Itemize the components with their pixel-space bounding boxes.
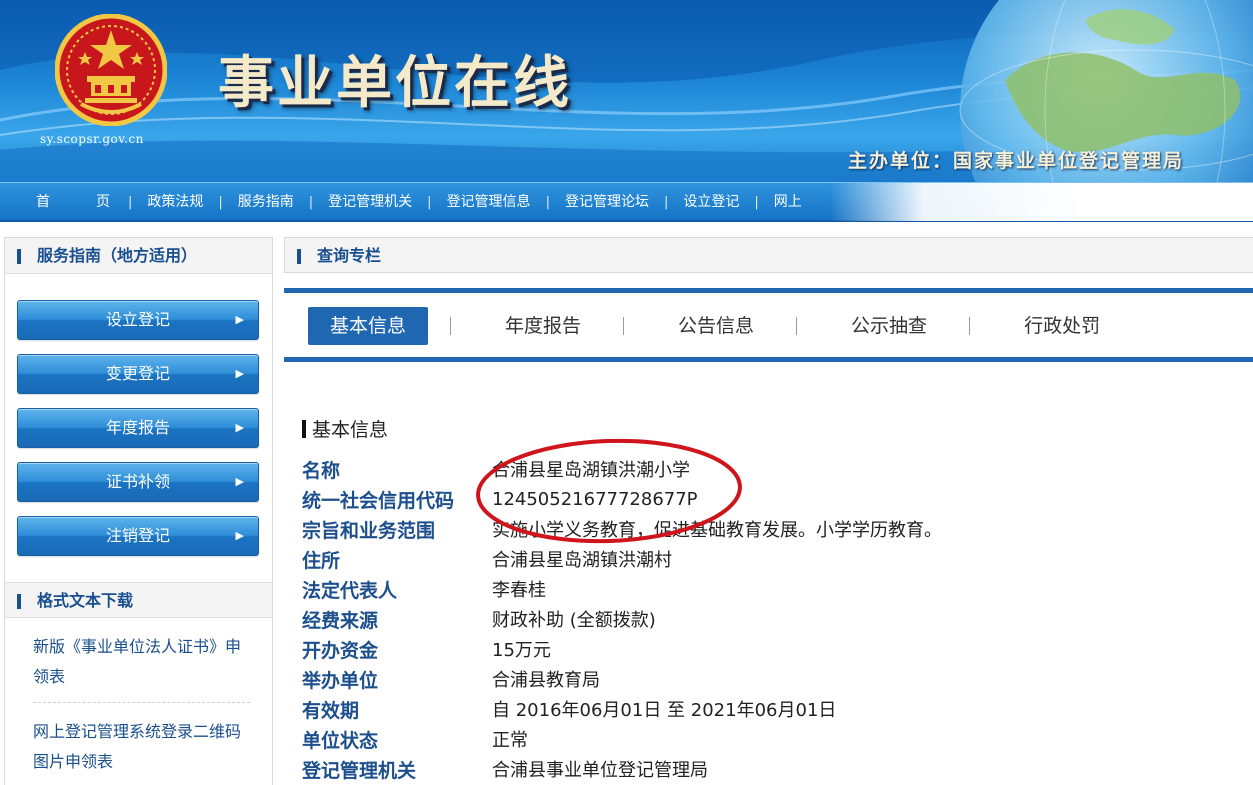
field-label: 单位状态 [302, 729, 379, 752]
service-button-list: 设立登记 ▶ 变更登记 ▶ 年度报告 ▶ 证书补领 ▶ 注销登记 ▶ [5, 274, 272, 582]
nav-item-home[interactable]: 首 页 [0, 183, 128, 221]
heading-marker [17, 594, 21, 609]
site-title: 事业单位在线 [218, 50, 572, 116]
basic-info-heading: 基本信息 [302, 415, 388, 442]
tab-basic-info[interactable]: 基本信息 [308, 307, 429, 345]
field-value: 15万元 [492, 640, 551, 661]
field-value: 合浦县星岛湖镇洪潮村 [492, 550, 672, 571]
heading-marker [17, 249, 21, 264]
button-label: 注销登记 [105, 526, 170, 545]
field-label: 宗旨和业务范围 [302, 519, 436, 542]
chevron-right-icon: ▶ [235, 421, 244, 434]
main-navigation: 首 页 | 政策法规 | 服务指南 | 登记管理机关 | 登记管理信息 | 登记… [0, 182, 1253, 222]
tab-bar: 基本信息 年度报告 公告信息 公示抽查 行政处罚 [284, 288, 1253, 362]
info-row-validity: 有效期 自 2016年06月01日 至 2021年06月01日 [302, 694, 942, 724]
nav-item-establish-registration[interactable]: 设立登记 [668, 183, 754, 221]
info-row-capital: 开办资金 15万元 [302, 634, 942, 664]
establish-registration-button[interactable]: 设立登记 ▶ [17, 300, 259, 340]
main-content: 查询专栏 基本信息 年度报告 公告信息 公示抽查 行政处罚 基本信息 名称 合浦… [284, 237, 1253, 785]
nav-separator: | [218, 194, 223, 210]
nav-separator: | [128, 194, 133, 210]
nav-item-registration-authority[interactable]: 登记管理机关 [313, 183, 427, 221]
button-label: 设立登记 [105, 310, 170, 329]
field-label: 统一社会信用代码 [302, 489, 455, 512]
cancellation-registration-button[interactable]: 注销登记 ▶ [17, 516, 259, 556]
tab-administrative-penalty[interactable]: 行政处罚 [970, 307, 1122, 345]
info-row-sponsor: 举办单位 合浦县教育局 [302, 664, 942, 694]
nav-item-online[interactable]: 网上 [759, 183, 817, 221]
field-label: 名称 [302, 459, 341, 482]
field-label: 有效期 [302, 699, 360, 722]
button-label: 变更登记 [105, 364, 170, 383]
tab-annual-report[interactable]: 年度报告 [451, 307, 623, 345]
change-registration-button[interactable]: 变更登记 ▶ [17, 354, 259, 394]
field-label: 举办单位 [302, 669, 379, 692]
tab-announcements[interactable]: 公告信息 [624, 307, 796, 345]
chevron-right-icon: ▶ [235, 475, 244, 488]
annotation-circle [476, 438, 742, 544]
annual-report-button[interactable]: 年度报告 ▶ [17, 408, 259, 448]
chevron-right-icon: ▶ [235, 313, 244, 326]
button-label: 年度报告 [105, 418, 170, 437]
field-value: 自 2016年06月01日 至 2021年06月01日 [492, 700, 837, 721]
nav-item-forum[interactable]: 登记管理论坛 [550, 183, 664, 221]
field-value: 合浦县事业单位登记管理局 [492, 760, 708, 781]
chevron-right-icon: ▶ [235, 529, 244, 542]
field-label: 住所 [302, 549, 341, 572]
site-banner: 事业单位在线 sy.scopsr.gov.cn 主办单位：国家事业单位登记管理局 [0, 0, 1253, 182]
info-row-status: 单位状态 正常 [302, 724, 942, 754]
left-sidebar: 服务指南（地方适用） 设立登记 ▶ 变更登记 ▶ 年度报告 ▶ 证书补领 ▶ 注… [4, 237, 273, 785]
field-label: 法定代表人 [302, 579, 398, 602]
field-value: 财政补助 (全额拨款) [492, 610, 656, 631]
chevron-right-icon: ▶ [235, 367, 244, 380]
basic-info-title: 基本信息 [312, 419, 389, 441]
service-guide-heading: 服务指南（地方适用） [5, 238, 272, 274]
nav-separator: | [663, 194, 669, 210]
service-guide-title: 服务指南（地方适用） [37, 246, 198, 265]
download-title: 格式文本下载 [37, 591, 134, 610]
nav-item-registration-info[interactable]: 登记管理信息 [432, 183, 546, 221]
nav-item-service-guide[interactable]: 服务指南 [223, 183, 309, 221]
heading-marker [302, 420, 306, 438]
info-row-legal-rep: 法定代表人 李春桂 [302, 574, 942, 604]
download-link-qrcode-form[interactable]: 网上登记管理系统登录二维码图片申领表 [33, 703, 250, 785]
tab-public-inspection[interactable]: 公示抽查 [797, 307, 969, 345]
query-title: 查询专栏 [317, 246, 382, 265]
field-label: 开办资金 [302, 639, 379, 662]
info-row-funding-source: 经费来源 财政补助 (全额拨款) [302, 604, 942, 634]
download-heading: 格式文本下载 [5, 582, 272, 618]
download-list: 新版《事业单位法人证书》申领表 网上登记管理系统登录二维码图片申领表 [5, 618, 272, 785]
site-domain: sy.scopsr.gov.cn [40, 132, 144, 146]
download-link-certificate-form[interactable]: 新版《事业单位法人证书》申领表 [33, 628, 250, 703]
field-value: 李春桂 [492, 580, 546, 601]
info-row-address: 住所 合浦县星岛湖镇洪潮村 [302, 544, 942, 574]
field-label: 经费来源 [302, 609, 379, 632]
field-value: 正常 [492, 730, 528, 751]
nav-item-policy[interactable]: 政策法规 [132, 183, 218, 221]
certificate-reissue-button[interactable]: 证书补领 ▶ [17, 462, 259, 502]
query-heading: 查询专栏 [284, 237, 1253, 273]
field-value: 合浦县教育局 [492, 670, 600, 691]
national-emblem [55, 14, 167, 126]
button-label: 证书补领 [105, 472, 170, 491]
field-label: 登记管理机关 [302, 759, 417, 782]
heading-marker [297, 249, 301, 264]
nav-fade-overlay [830, 183, 1253, 221]
nav-separator: | [427, 194, 432, 210]
host-organization: 主办单位：国家事业单位登记管理局 [848, 150, 1185, 172]
info-row-registration-authority: 登记管理机关 合浦县事业单位登记管理局 [302, 754, 942, 784]
nav-separator: | [308, 194, 314, 210]
nav-separator: | [754, 194, 759, 210]
nav-separator: | [545, 194, 550, 210]
